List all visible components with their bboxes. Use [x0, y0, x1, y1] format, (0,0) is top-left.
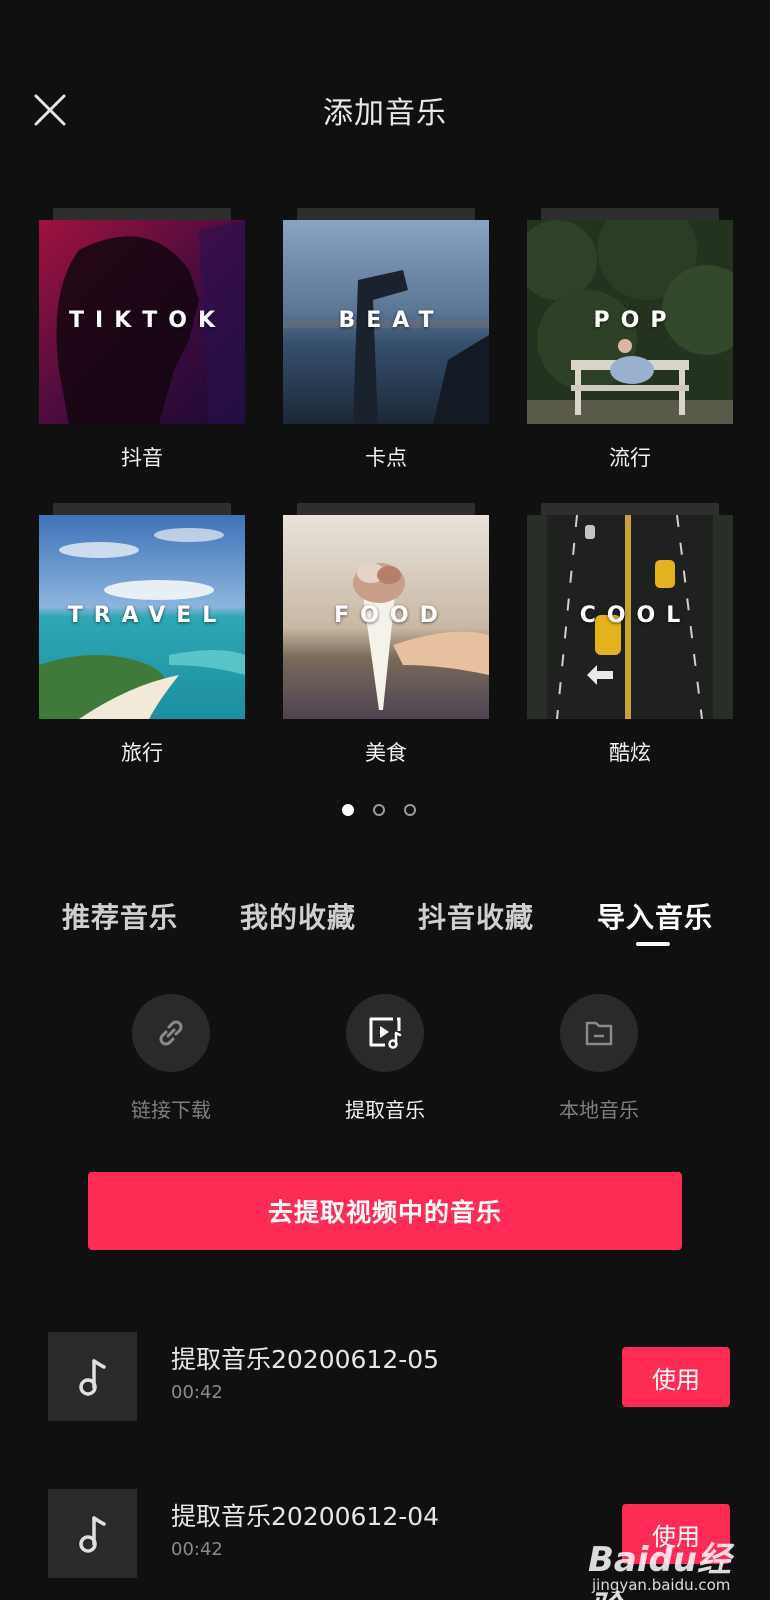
category-card-beat[interactable]: BEAT 卡点	[283, 208, 489, 470]
card-stack-edge	[297, 503, 475, 515]
folder-icon-circle	[560, 994, 638, 1072]
option-label: 提取音乐	[345, 1098, 425, 1122]
card-stack-edge	[53, 503, 231, 515]
card-stack-edge	[53, 208, 231, 220]
music-title: 提取音乐20200612-04	[171, 1502, 440, 1531]
music-duration: 00:42	[171, 1382, 223, 1403]
category-card-pop[interactable]: POP 流行	[527, 208, 733, 470]
music-duration: 00:42	[171, 1539, 223, 1560]
category-card-tiktok[interactable]: TIKTOK 抖音	[39, 208, 245, 470]
cover-title: TIKTOK	[69, 308, 226, 333]
extract-music-option[interactable]: 提取音乐	[305, 994, 465, 1123]
video-music-icon-circle	[346, 994, 424, 1072]
local-music-option[interactable]: 本地音乐	[519, 994, 679, 1123]
list-item[interactable]: 提取音乐20200612-05 00:42 使用	[48, 1332, 730, 1422]
pager-dot[interactable]	[404, 804, 416, 816]
category-card-cool[interactable]: COOL 酷炫	[527, 503, 733, 765]
cover-title: FOOD	[334, 603, 449, 628]
folder-icon	[585, 1021, 613, 1046]
category-label: 流行	[609, 446, 651, 470]
pager-dot[interactable]	[373, 804, 385, 816]
card-stack-edge	[541, 503, 719, 515]
option-label: 链接下载	[131, 1098, 211, 1122]
tab-douyin-favorites[interactable]: 抖音收藏	[418, 896, 534, 936]
card-stack-edge	[297, 208, 475, 220]
category-card-food[interactable]: FOOD 美食	[283, 503, 489, 765]
card-stack-edge	[541, 208, 719, 220]
music-title: 提取音乐20200612-05	[171, 1345, 440, 1374]
watermark-url: jingyan.baidu.com	[592, 1576, 731, 1594]
music-thumbnail	[48, 1489, 137, 1578]
extract-video-music-button[interactable]: 去提取视频中的音乐	[88, 1172, 682, 1250]
category-cover: COOL	[527, 515, 733, 719]
category-label: 抖音	[121, 446, 163, 470]
category-label: 酷炫	[609, 741, 651, 765]
link-icon-circle	[132, 994, 210, 1072]
page-title: 添加音乐	[323, 96, 447, 131]
category-cover: TRAVEL	[39, 515, 245, 719]
tab-recommended-music[interactable]: 推荐音乐	[62, 896, 178, 936]
video-music-icon	[369, 1017, 402, 1049]
category-cover: TIKTOK	[39, 220, 245, 424]
category-label: 美食	[365, 741, 407, 765]
cover-title: BEAT	[338, 308, 445, 333]
link-download-option[interactable]: 链接下载	[91, 994, 251, 1123]
category-label: 旅行	[121, 741, 163, 765]
cover-title: POP	[593, 308, 678, 333]
baidu-watermark: Baidu经验 jingyan.baidu.com	[588, 1532, 764, 1600]
category-cover: BEAT	[283, 220, 489, 424]
active-tab-indicator	[636, 942, 670, 946]
pager-dot-active[interactable]	[342, 804, 354, 816]
link-icon	[159, 1020, 183, 1046]
category-label: 卡点	[365, 446, 407, 470]
option-label: 本地音乐	[559, 1098, 639, 1122]
category-cover: FOOD	[283, 515, 489, 719]
cover-title: COOL	[579, 603, 692, 628]
category-card-travel[interactable]: TRAVEL 旅行	[39, 503, 245, 765]
music-note-icon	[78, 1515, 106, 1553]
music-note-icon	[78, 1358, 106, 1396]
tab-my-favorites[interactable]: 我的收藏	[240, 896, 356, 936]
use-button[interactable]: 使用	[622, 1347, 730, 1407]
tab-import-music[interactable]: 导入音乐	[597, 896, 713, 936]
cover-title: TRAVEL	[67, 603, 228, 628]
music-thumbnail	[48, 1332, 137, 1421]
category-cover: POP	[527, 220, 733, 424]
